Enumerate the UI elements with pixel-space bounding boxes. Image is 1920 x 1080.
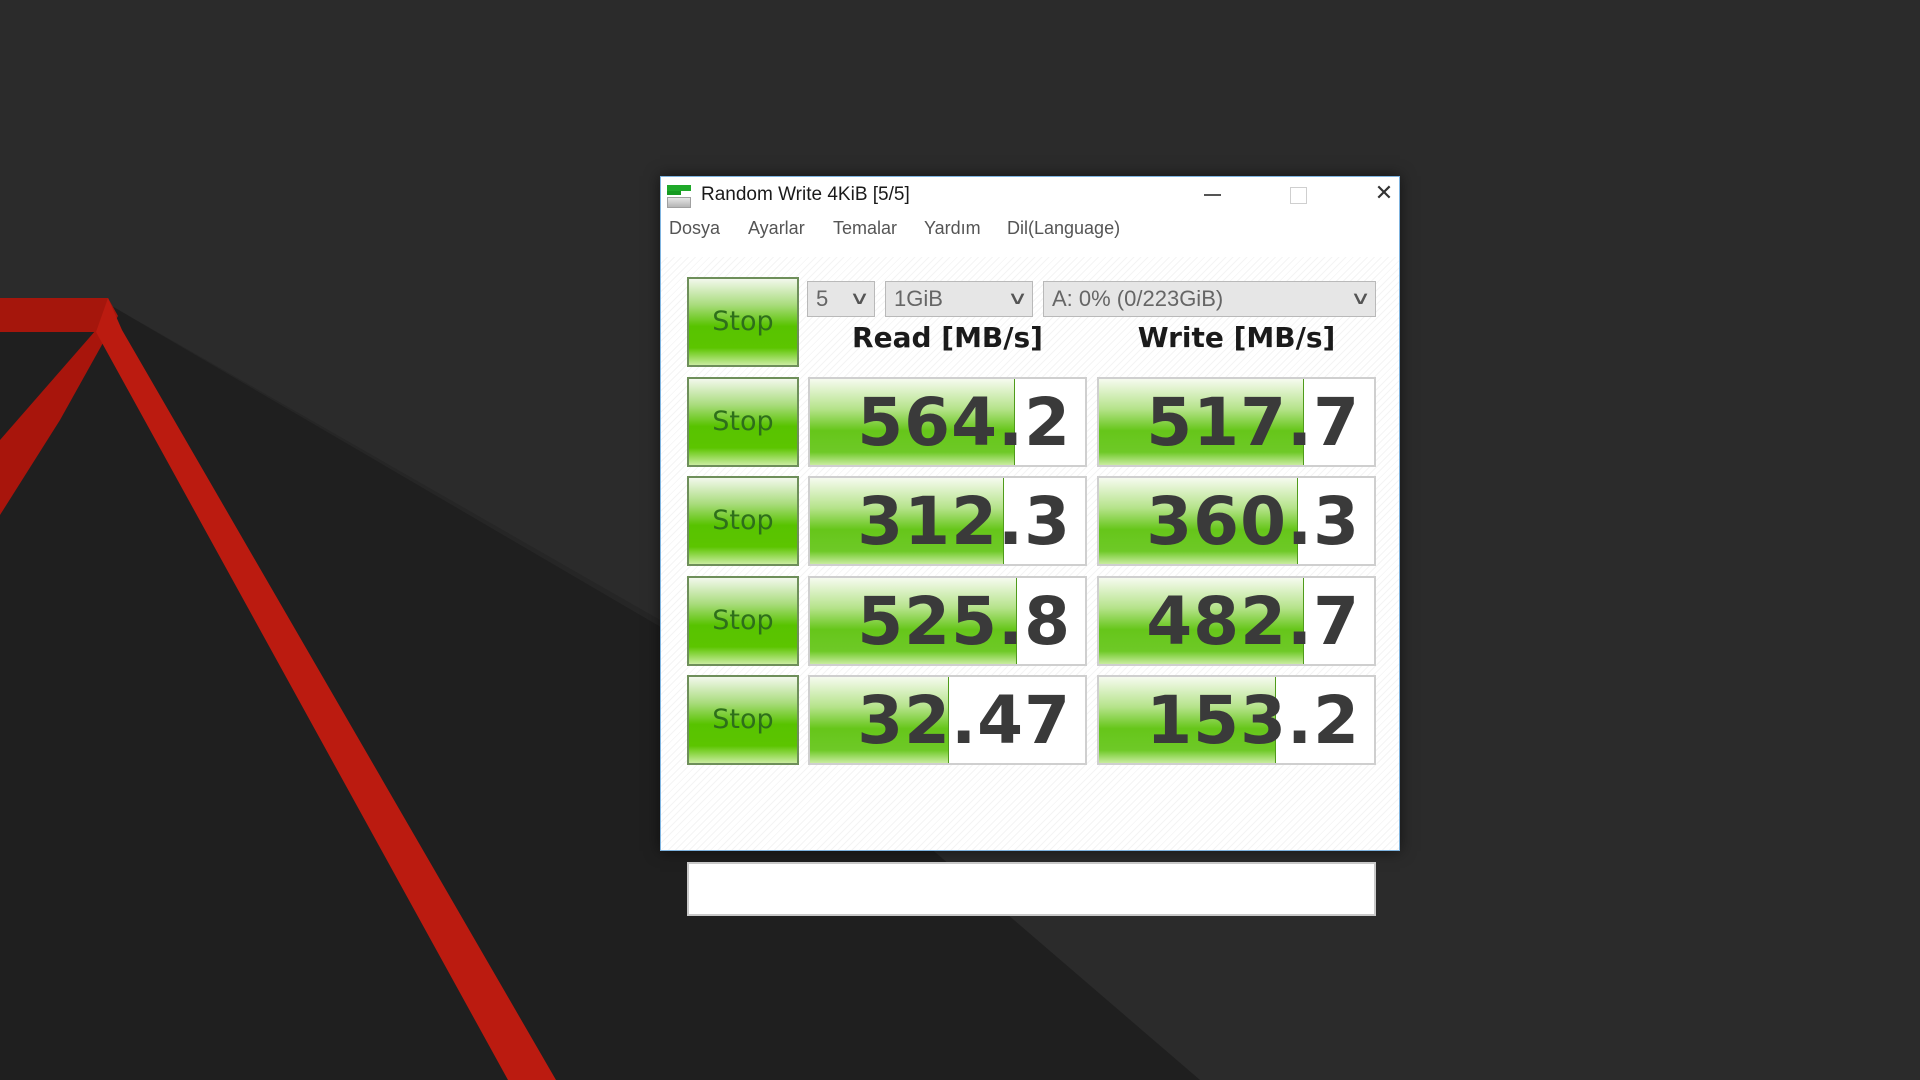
menu-bar: Dosya Ayarlar Temalar Yardım Dil(Languag…: [661, 213, 1399, 243]
drive-select[interactable]: A: 0% (0/223GiB) ∨: [1043, 281, 1376, 317]
read-result-cell-1: 564.2: [808, 377, 1087, 467]
window-title: Random Write 4KiB [5/5]: [701, 184, 910, 205]
maximize-button[interactable]: [1269, 177, 1327, 211]
menu-temalar[interactable]: Temalar: [833, 218, 897, 239]
read-result-value: 312.3: [857, 483, 1071, 560]
write-column-header: Write [MB/s]: [1137, 321, 1336, 354]
write-result-value: 482.7: [1146, 583, 1360, 660]
menu-language[interactable]: Dil(Language): [1007, 218, 1120, 239]
minimize-icon: [1204, 194, 1221, 196]
read-result-value: 525.8: [857, 583, 1071, 660]
chevron-down-icon: ∨: [1349, 288, 1371, 308]
test-count-select[interactable]: 5 ∨: [807, 281, 875, 317]
stop-all-button[interactable]: Stop: [687, 277, 799, 367]
test-size-select[interactable]: 1GiB ∨: [885, 281, 1033, 317]
client-area: Stop 5 ∨ 1GiB ∨ A: 0% (0/223GiB) ∨ Read …: [661, 257, 1399, 916]
close-icon: ✕: [1374, 181, 1394, 206]
menu-ayarlar[interactable]: Ayarlar: [748, 218, 805, 239]
write-result-value: 153.2: [1146, 682, 1360, 759]
write-result-cell-4: 153.2: [1097, 675, 1376, 765]
stop-test-3-button[interactable]: Stop: [687, 576, 799, 666]
benchmark-window: Random Write 4KiB [5/5] ✕ Dosya Ayarlar …: [660, 176, 1400, 916]
write-result-value: 360.3: [1146, 483, 1360, 560]
menu-yardim[interactable]: Yardım: [924, 218, 981, 239]
title-bar[interactable]: Random Write 4KiB [5/5] ✕: [661, 177, 1399, 211]
drive-value: A: 0% (0/223GiB): [1052, 286, 1224, 311]
close-button[interactable]: ✕: [1355, 177, 1413, 211]
read-result-cell-4: 32.47: [808, 675, 1087, 765]
minimize-button[interactable]: [1183, 177, 1241, 211]
read-result-cell-2: 312.3: [808, 476, 1087, 566]
test-size-value: 1GiB: [894, 286, 943, 311]
read-result-value: 564.2: [857, 384, 1071, 461]
maximize-icon: [1290, 187, 1307, 204]
read-result-value: 32.47: [857, 682, 1071, 759]
stop-test-2-button[interactable]: Stop: [687, 476, 799, 566]
chevron-down-icon: ∨: [1006, 288, 1028, 308]
disk-benchmark-icon: [667, 185, 693, 209]
read-column-header: Read [MB/s]: [852, 321, 1043, 354]
write-result-value: 517.7: [1146, 384, 1360, 461]
stop-test-4-button[interactable]: Stop: [687, 675, 799, 765]
write-result-cell-2: 360.3: [1097, 476, 1376, 566]
write-result-cell-3: 482.7: [1097, 576, 1376, 666]
test-count-value: 5: [816, 286, 829, 311]
menu-dosya[interactable]: Dosya: [669, 218, 720, 239]
chevron-down-icon: ∨: [848, 288, 870, 308]
write-result-cell-1: 517.7: [1097, 377, 1376, 467]
read-result-cell-3: 525.8: [808, 576, 1087, 666]
status-bar: [687, 862, 1376, 916]
stop-test-1-button[interactable]: Stop: [687, 377, 799, 467]
